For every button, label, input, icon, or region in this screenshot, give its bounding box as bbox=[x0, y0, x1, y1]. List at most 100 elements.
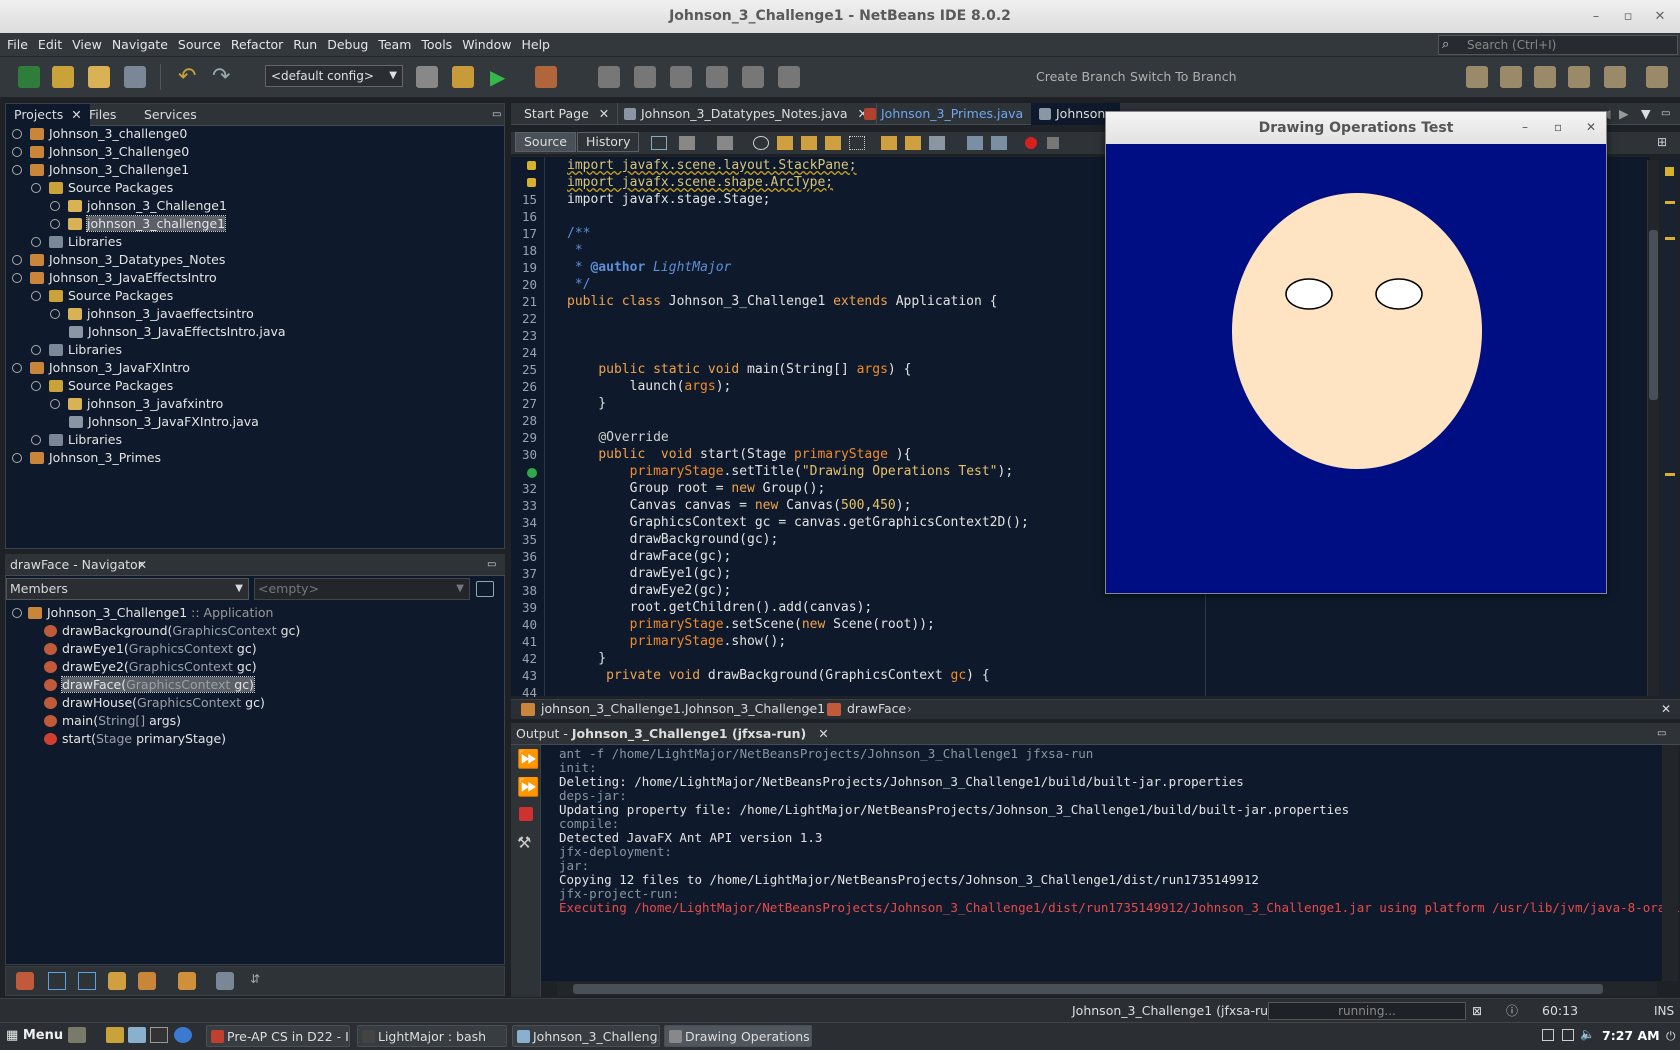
new-project-icon[interactable] bbox=[52, 66, 74, 88]
expand-toggle-icon[interactable] bbox=[12, 255, 22, 265]
find-icon[interactable] bbox=[753, 136, 769, 150]
workspace-icon[interactable] bbox=[1542, 1029, 1554, 1041]
tab-primes[interactable]: Johnson_3_Primes.java ✕ bbox=[856, 103, 1053, 125]
hscroll-thumb[interactable] bbox=[573, 984, 1603, 994]
folder-node[interactable]: Libraries bbox=[31, 431, 122, 449]
launcher-icon-1[interactable] bbox=[68, 1027, 86, 1043]
last-edit-icon[interactable] bbox=[651, 136, 667, 150]
project-node[interactable]: Johnson_3_Primes bbox=[12, 449, 161, 467]
tab-history[interactable]: History bbox=[577, 132, 640, 152]
vcs-icon-1[interactable] bbox=[598, 66, 620, 88]
find-selection-icon[interactable] bbox=[825, 136, 841, 150]
project-node[interactable]: Johnson_3_JavaFXIntro bbox=[12, 359, 190, 377]
open-project-icon[interactable] bbox=[88, 66, 110, 88]
navigator-member[interactable]: start(Stage primaryStage) bbox=[44, 730, 226, 748]
close-icon[interactable]: ✕ bbox=[599, 106, 609, 121]
folder-node[interactable]: Source Packages bbox=[31, 179, 173, 197]
switch-branch-button[interactable]: Switch To Branch bbox=[1130, 63, 1237, 91]
taskbar-window-button[interactable]: Johnson_3_Challeng... bbox=[512, 1025, 660, 1047]
navigator-member[interactable]: main(String[] args) bbox=[44, 712, 181, 730]
find-prev-icon[interactable] bbox=[777, 136, 793, 150]
close-icon[interactable]: ✕ bbox=[1661, 700, 1671, 718]
breadcrumb-class[interactable]: johnson_3_Challenge1.Johnson_3_Challenge… bbox=[541, 700, 825, 718]
file-node[interactable]: Johnson_3_JavaFXIntro.java bbox=[69, 413, 259, 431]
close-button[interactable]: ✕ bbox=[1586, 120, 1596, 134]
minimize-panel-icon[interactable]: ▭ bbox=[1657, 723, 1666, 745]
scrollbar-thumb[interactable] bbox=[1649, 230, 1658, 400]
sort-source-icon[interactable]: ⇵ bbox=[246, 972, 264, 990]
expand-toggle-icon[interactable] bbox=[31, 381, 41, 391]
new-file-icon[interactable] bbox=[18, 66, 40, 88]
package-node[interactable]: johnson_3_challenge1 bbox=[50, 215, 227, 233]
expand-toggle-icon[interactable] bbox=[12, 453, 22, 463]
forward-icon[interactable] bbox=[717, 136, 733, 150]
close-button[interactable]: ✕ bbox=[1646, 0, 1674, 33]
folder-node[interactable]: Source Packages bbox=[31, 377, 173, 395]
menu-refactor[interactable]: Refactor bbox=[226, 33, 288, 57]
file-node[interactable]: Johnson_3_JavaEffectsIntro.java bbox=[69, 323, 286, 341]
menu-file[interactable]: File bbox=[2, 33, 33, 57]
tab-projects[interactable]: Projects ✕ bbox=[6, 104, 90, 126]
vcs-icon-5[interactable] bbox=[742, 66, 764, 88]
menu-view[interactable]: View bbox=[67, 33, 107, 57]
create-branch-button[interactable]: Create Branch bbox=[1036, 63, 1126, 91]
error-stripe[interactable] bbox=[1662, 157, 1678, 696]
package-node[interactable]: johnson_3_javaeffectsintro bbox=[50, 305, 254, 323]
netbeans-icon[interactable] bbox=[128, 1027, 146, 1043]
maximize-button[interactable]: ▫ bbox=[1614, 0, 1642, 33]
minimize-panel-icon[interactable]: ▭ bbox=[484, 104, 509, 126]
undo-icon[interactable]: ↶ bbox=[178, 66, 200, 88]
lock-icon[interactable] bbox=[108, 972, 126, 990]
rerun-icon[interactable]: ⏩ bbox=[517, 749, 539, 770]
redo-icon[interactable]: ↷ bbox=[212, 66, 234, 88]
output-scrollbar[interactable] bbox=[1662, 745, 1678, 981]
menu-tools[interactable]: Tools bbox=[416, 33, 457, 57]
menu-edit[interactable]: Edit bbox=[33, 33, 67, 57]
sort-icon[interactable] bbox=[178, 972, 196, 990]
start-menu-button[interactable]: ▦ Menu bbox=[6, 1026, 63, 1046]
expand-toggle-icon[interactable] bbox=[12, 363, 22, 373]
menu-run[interactable]: Run bbox=[288, 33, 322, 57]
tab-services[interactable]: Services bbox=[136, 104, 205, 126]
folder-node[interactable]: Source Packages bbox=[31, 287, 173, 305]
folder-node[interactable]: Libraries bbox=[31, 341, 122, 359]
navigator-member[interactable]: drawEye2(GraphicsContext gc) bbox=[44, 658, 257, 676]
output-tab[interactable]: Output - Johnson_3_Challenge1 (jfxsa-run… bbox=[516, 723, 829, 745]
project-node[interactable]: Johnson_3_JavaEffectsIntro bbox=[12, 269, 217, 287]
toggle-highlight-icon[interactable] bbox=[849, 136, 865, 150]
expand-toggle-icon[interactable] bbox=[12, 273, 22, 283]
volume-icon[interactable]: 🔈 bbox=[1580, 1027, 1595, 1041]
navigator-member[interactable]: drawEye1(GraphicsContext gc) bbox=[44, 640, 257, 658]
menu-window[interactable]: Window bbox=[457, 33, 516, 57]
notifications-icon[interactable]: ⓘ bbox=[1506, 999, 1518, 1023]
expand-toggle-icon[interactable] bbox=[31, 237, 41, 247]
shift-right-icon[interactable] bbox=[991, 136, 1007, 150]
stop-icon[interactable] bbox=[519, 807, 533, 821]
expand-toggle-icon[interactable] bbox=[50, 399, 60, 409]
rerun-different-icon[interactable]: ⏩ bbox=[517, 777, 539, 798]
vcs-icon-2[interactable] bbox=[634, 66, 656, 88]
folder-icon[interactable] bbox=[106, 1027, 124, 1043]
navigator-member[interactable]: drawBackground(GraphicsContext gc) bbox=[44, 622, 300, 640]
expand-toggle-icon[interactable] bbox=[50, 219, 60, 229]
cancel-task-icon[interactable]: ⊠ bbox=[1472, 999, 1482, 1023]
stop-macro-icon[interactable] bbox=[1047, 137, 1059, 149]
menu-help[interactable]: Help bbox=[516, 33, 555, 57]
expand-toggle-icon[interactable] bbox=[12, 147, 22, 157]
expand-toggle-icon[interactable] bbox=[31, 291, 41, 301]
project-node[interactable]: Johnson_3_challenge0 bbox=[12, 125, 187, 143]
next-bookmark-icon[interactable] bbox=[905, 136, 921, 150]
expand-toggle-icon[interactable] bbox=[31, 183, 41, 193]
project-node[interactable]: Johnson_3_Challenge0 bbox=[12, 143, 189, 161]
maximize-button[interactable]: ▫ bbox=[1554, 120, 1562, 134]
minimize-button[interactable]: – bbox=[1582, 0, 1610, 33]
warning-marker[interactable] bbox=[1665, 201, 1675, 204]
warning-marker[interactable] bbox=[1665, 237, 1675, 240]
git-icon-3[interactable] bbox=[1534, 66, 1556, 88]
git-icon-4[interactable] bbox=[1568, 66, 1590, 88]
package-node[interactable]: johnson_3_Challenge1 bbox=[50, 197, 227, 215]
filter-fields-icon[interactable] bbox=[16, 972, 34, 990]
navigator-root[interactable]: Johnson_3_Challenge1 :: Application bbox=[12, 604, 273, 622]
taskbar-window-button[interactable]: Drawing Operations... bbox=[664, 1025, 812, 1047]
git-icon-1[interactable] bbox=[1466, 66, 1488, 88]
